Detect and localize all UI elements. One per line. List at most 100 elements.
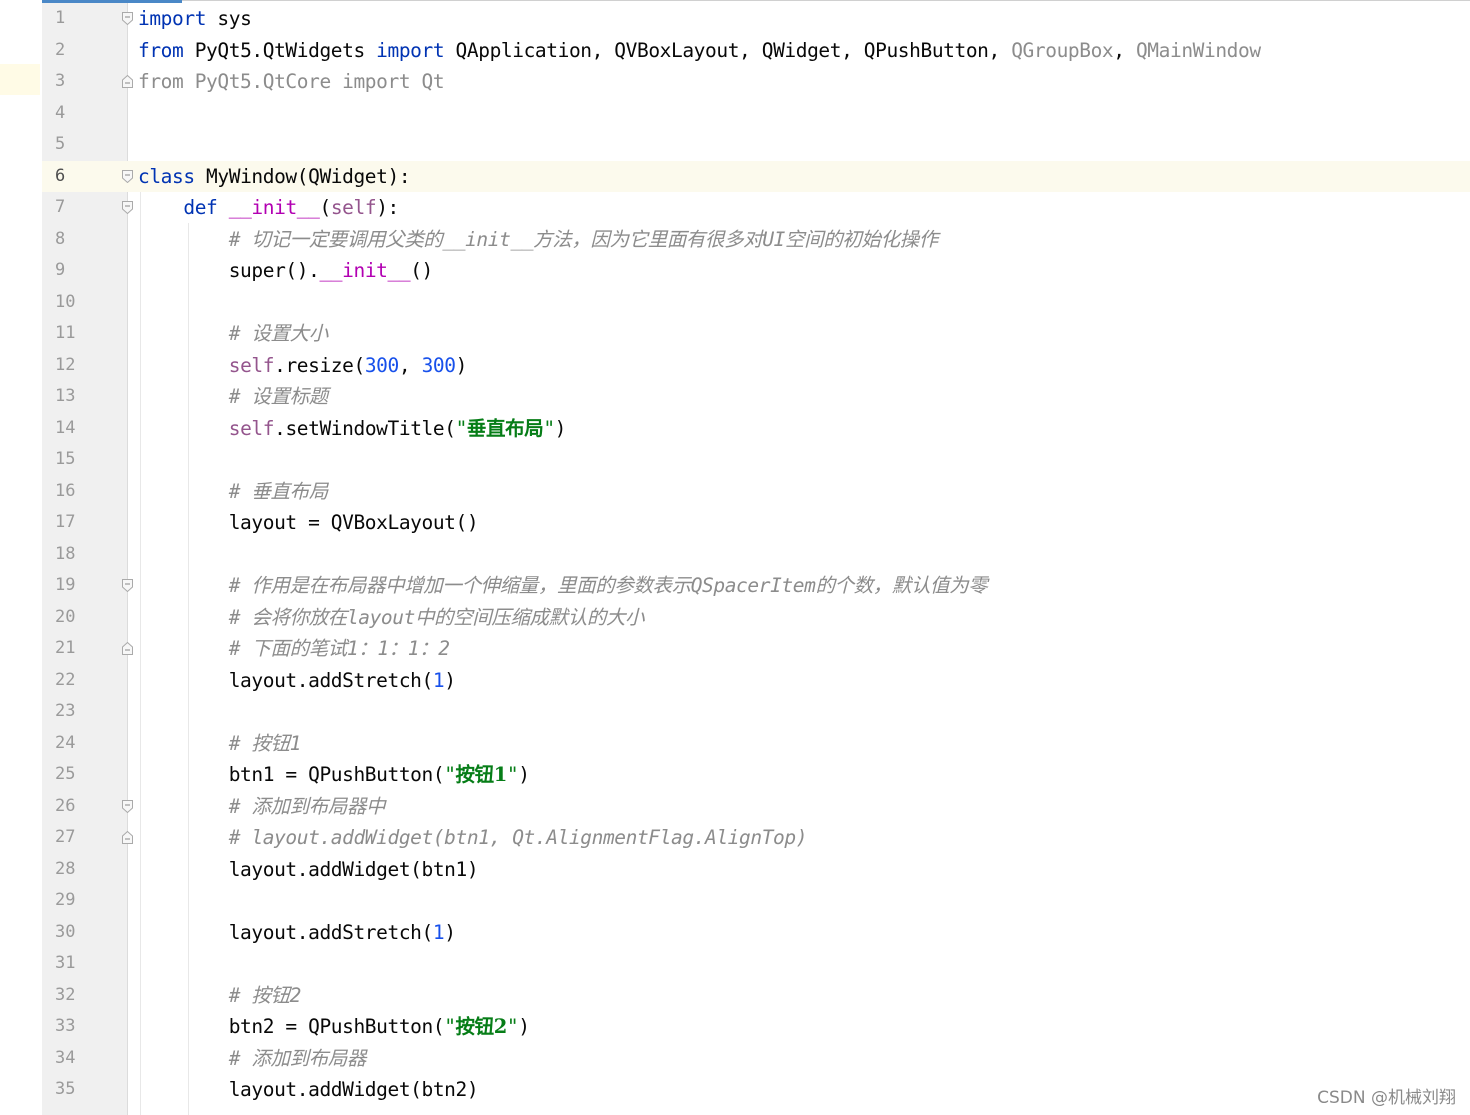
code-line[interactable]: 14 self.setWindowTitle("垂直布局") [42,413,1470,445]
code-text[interactable]: # 按钮1 [138,728,302,760]
code-line[interactable]: 5 [42,129,1470,161]
line-number: 30 [55,921,76,942]
code-text[interactable]: # 设置大小 [138,318,328,350]
code-line[interactable]: 33 btn2 = QPushButton("按钮2") [42,1011,1470,1043]
code-token: # layout.addWidget(btn1, Qt.AlignmentFla… [138,826,808,849]
code-text[interactable]: # 添加到布局器中 [138,791,386,823]
code-line[interactable]: 29 [42,885,1470,917]
code-token: " [444,763,456,786]
code-text[interactable]: btn2 = QPushButton("按钮2") [138,1011,530,1043]
line-number: 31 [55,953,76,973]
fold-collapse-icon[interactable] [122,799,133,813]
code-text[interactable]: # 按钮2 [138,980,302,1012]
code-line[interactable]: 25 btn1 = QPushButton("按钮1") [42,759,1470,791]
fold-collapse-icon[interactable] [122,201,133,214]
code-text[interactable]: # 会将你放在layout中的空间压缩成默认的大小 [138,602,645,634]
code-token: # 按钮1 [138,731,302,755]
code-text[interactable]: layout.addWidget(btn2) [138,1074,479,1106]
line-number: 11 [55,323,76,343]
code-line[interactable]: 27 # layout.addWidget(btn1, Qt.Alignment… [42,822,1470,854]
line-number: 28 [55,858,76,879]
code-token: QGroupBox [1011,38,1114,62]
code-line[interactable]: 11 # 设置大小 [42,318,1470,350]
code-text[interactable]: btn1 = QPushButton("按钮1") [138,759,530,791]
code-token: ( [319,196,331,219]
code-line[interactable]: 8 # 切记一定要调用父类的__init__方法，因为它里面有很多对UI空间的初… [42,224,1470,256]
code-text[interactable]: # 添加到布局器 [138,1043,367,1075]
indent-guide-class [140,192,141,1115]
code-token: sys [206,7,252,30]
code-line[interactable]: 24 # 按钮1 [42,728,1470,760]
fold-collapse-icon[interactable] [122,12,133,25]
code-line[interactable]: 35 layout.addWidget(btn2) [42,1074,1470,1106]
code-line[interactable]: 9 super().__init__() [42,255,1470,287]
code-line[interactable]: 17 layout = QVBoxLayout() [42,507,1470,539]
code-token: ) [444,668,456,692]
code-line[interactable]: 18 [42,539,1470,571]
watermark: CSDN @机械刘翔 [1317,1088,1456,1108]
code-token: btn2 = QPushButton( [138,1015,445,1038]
code-line[interactable]: 3 from PyQt5.QtCore import Qt [42,66,1470,98]
line-number: 7 [55,197,66,217]
code-text[interactable]: def __init__(self): [138,192,399,224]
fold-end-icon[interactable] [122,75,133,88]
code-text[interactable]: # 切记一定要调用父类的__init__方法，因为它里面有很多对UI空间的初始化… [138,224,938,256]
code-text[interactable]: # 作用是在布局器中增加一个伸缩量，里面的参数表示QSpacerItem的个数，… [138,570,988,602]
code-line[interactable]: 30 layout.addStretch(1) [42,917,1470,949]
fold-collapse-icon[interactable] [122,579,133,592]
code-line[interactable]: 34 # 添加到布局器 [42,1043,1470,1075]
code-line[interactable]: 32 # 按钮2 [42,980,1470,1012]
code-line-background [128,3,1470,35]
code-line-background [128,444,1470,476]
code-line[interactable]: 20 # 会将你放在layout中的空间压缩成默认的大小 [42,602,1470,634]
code-text[interactable]: # 下面的笔试1：1：1：2 [138,633,450,665]
code-text[interactable]: # layout.addWidget(btn1, Qt.AlignmentFla… [138,822,808,854]
code-line[interactable]: 15 [42,444,1470,476]
code-line[interactable]: 23 [42,696,1470,728]
code-token: # 设置大小 [138,322,328,345]
code-line[interactable]: 7 def __init__(self): [42,192,1470,224]
line-number: 22 [55,669,76,690]
code-token: .resize( [274,353,365,377]
fold-end-icon[interactable] [122,831,133,844]
code-text[interactable]: super().__init__() [138,255,434,287]
code-line[interactable]: 4 [42,98,1470,130]
line-number: 34 [55,1047,76,1068]
code-line[interactable]: 31 [42,948,1470,980]
code-text[interactable]: layout = QVBoxLayout() [138,507,479,539]
line-number: 20 [55,606,76,627]
code-text[interactable]: layout.addStretch(1) [138,665,456,697]
code-line[interactable]: 19 # 作用是在布局器中增加一个伸缩量，里面的参数表示QSpacerItem的… [42,570,1470,602]
code-line[interactable]: 1 import sys [42,3,1470,35]
code-line[interactable]: 21 # 下面的笔试1：1：1：2 [42,633,1470,665]
code-token: " [506,763,519,786]
code-token: # 下面的笔试1：1：1：2 [138,637,450,660]
code-token: class [138,164,195,188]
code-line[interactable]: 13 # 设置标题 [42,381,1470,413]
code-text[interactable]: # 垂直布局 [138,476,328,508]
line-number: 4 [55,102,66,123]
code-editor[interactable]: 1 import sys 2 from PyQt5.QtWidgets import … [0,0,1470,1115]
code-line[interactable]: 28 layout.addWidget(btn1) [42,854,1470,886]
fold-collapse-icon[interactable] [122,169,133,183]
code-line[interactable]: 2 from PyQt5.QtWidgets import QApplicatio… [42,35,1470,67]
fold-end-icon[interactable] [122,642,133,655]
code-text[interactable]: # 设置标题 [138,381,328,413]
code-text[interactable]: layout.addWidget(btn1) [138,854,479,886]
code-line[interactable]: 6 class MyWindow(QWidget): [42,160,1470,193]
code-token: self [228,416,275,440]
code-token: from [138,38,184,62]
code-line[interactable]: 10 [42,287,1470,319]
code-token: layout.addStretch( [138,668,434,692]
code-text[interactable]: from PyQt5.QtCore import Qt [138,66,445,98]
code-text[interactable]: layout.addStretch(1) [138,917,456,949]
code-line[interactable]: 16 # 垂直布局 [42,476,1470,508]
code-text[interactable]: import sys [138,3,252,35]
code-text[interactable]: from PyQt5.QtWidgets import QApplication… [138,35,1261,67]
code-line[interactable]: 22 layout.addStretch(1) [42,665,1470,697]
code-text[interactable]: self.setWindowTitle("垂直布局") [138,413,567,445]
code-line[interactable]: 12 self.resize(300, 300) [42,350,1470,382]
code-text[interactable]: class MyWindow(QWidget): [138,161,411,193]
code-token: 按钮2 [455,1015,508,1038]
code-line[interactable]: 26 # 添加到布局器中 [42,791,1470,823]
